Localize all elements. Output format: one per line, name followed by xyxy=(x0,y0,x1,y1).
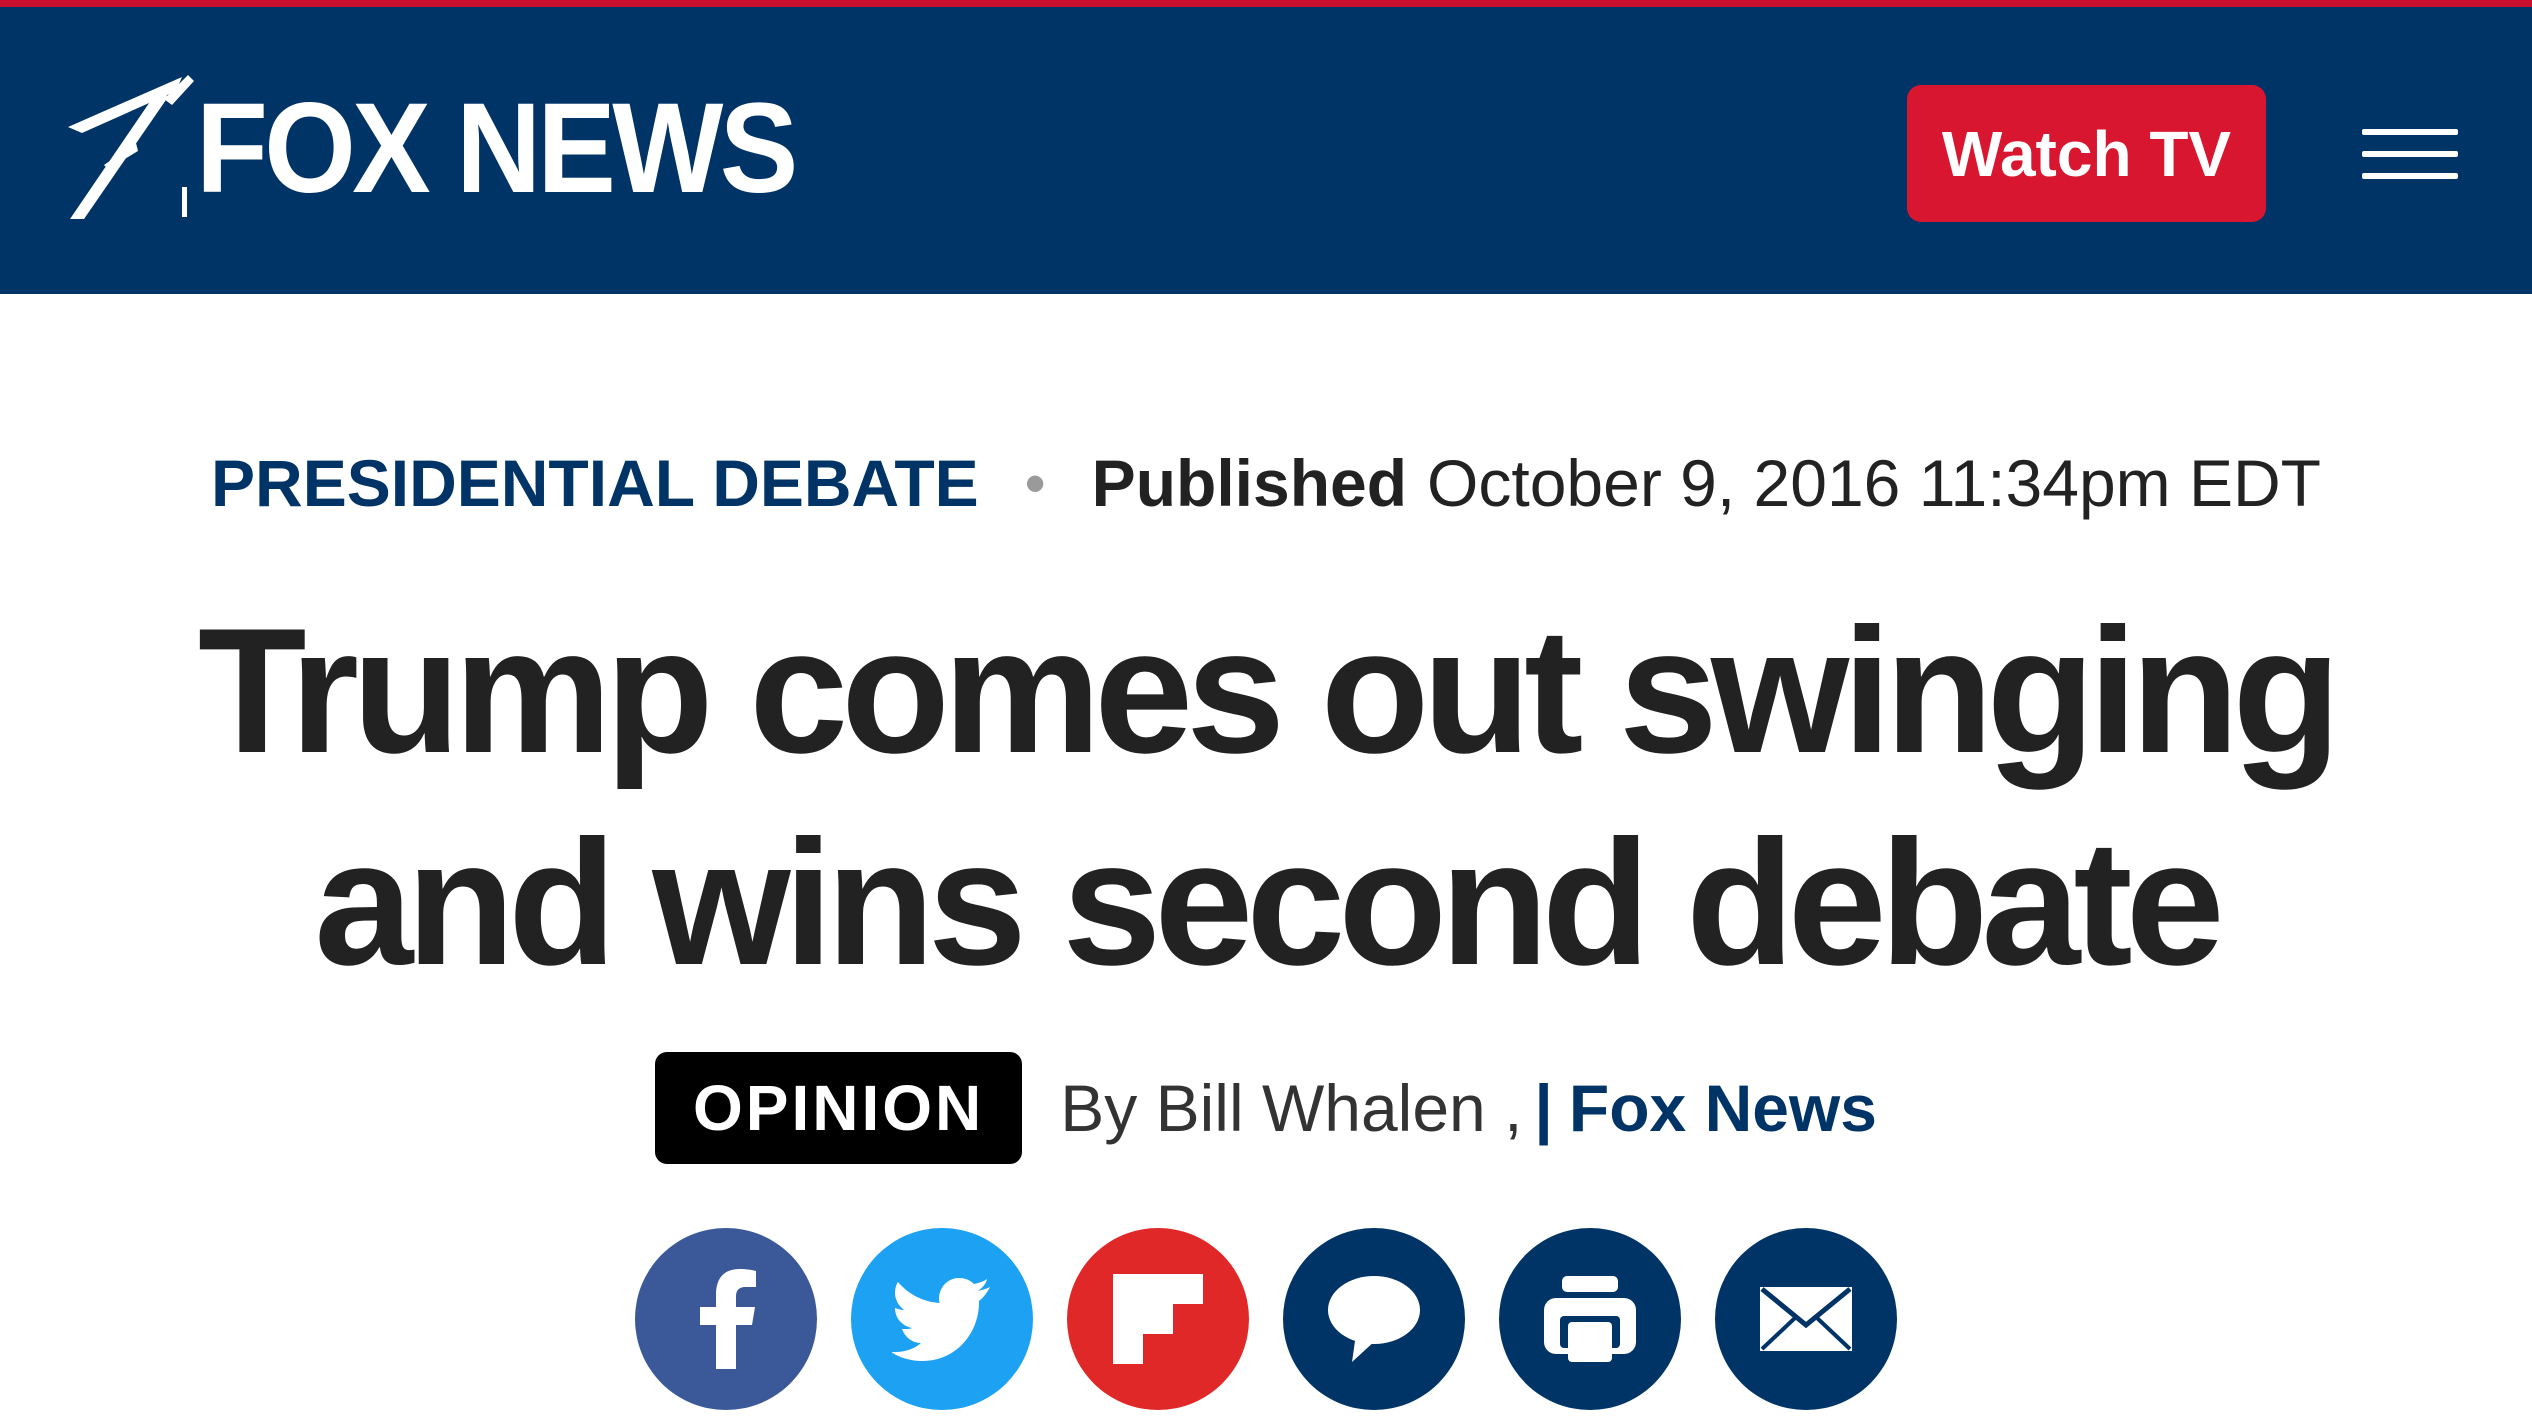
fox-news-logo[interactable]: FOX NEWS xyxy=(64,69,847,229)
published-label: Published xyxy=(1091,446,1408,520)
comment-icon xyxy=(1328,1276,1420,1362)
email-icon xyxy=(1760,1287,1852,1351)
menu-icon-line xyxy=(2362,173,2458,179)
menu-icon-line xyxy=(2362,151,2458,157)
byline-separator: | xyxy=(1534,1071,1553,1145)
fox-logo-mark-icon xyxy=(68,75,194,219)
print-button[interactable] xyxy=(1499,1228,1681,1410)
share-buttons xyxy=(0,1228,2532,1410)
byline-author: By Bill Whalen , xyxy=(1060,1071,1523,1145)
article-headline: Trump comes out swinging and wins second… xyxy=(197,591,2341,1002)
twitter-icon xyxy=(892,1278,990,1361)
facebook-share-button[interactable] xyxy=(635,1228,817,1410)
byline-source-link[interactable]: Fox News xyxy=(1569,1070,1877,1146)
twitter-share-button[interactable] xyxy=(851,1228,1033,1410)
comment-button[interactable] xyxy=(1283,1228,1465,1410)
flipboard-share-button[interactable] xyxy=(1067,1228,1249,1410)
menu-icon[interactable] xyxy=(2362,123,2458,185)
print-icon xyxy=(1544,1276,1636,1362)
byline: OPINION By Bill Whalen , | Fox News xyxy=(0,1052,2532,1164)
category-link[interactable]: PRESIDENTIAL DEBATE xyxy=(211,445,979,521)
meta-separator: • xyxy=(1024,449,1046,517)
published-date: October 9, 2016 11:34pm EDT xyxy=(1427,446,2321,520)
article-meta: PRESIDENTIAL DEBATE • Published October … xyxy=(0,445,2532,521)
site-header: FOX NEWS Watch TV xyxy=(0,7,2532,294)
flipboard-icon xyxy=(1113,1274,1203,1364)
top-red-stripe xyxy=(0,0,2532,7)
email-share-button[interactable] xyxy=(1715,1228,1897,1410)
watch-tv-button[interactable]: Watch TV xyxy=(1907,85,2266,222)
facebook-icon xyxy=(700,1269,756,1369)
opinion-badge: OPINION xyxy=(655,1052,1023,1164)
menu-icon-line xyxy=(2362,129,2458,135)
logo-wordmark: FOX NEWS xyxy=(196,77,798,220)
